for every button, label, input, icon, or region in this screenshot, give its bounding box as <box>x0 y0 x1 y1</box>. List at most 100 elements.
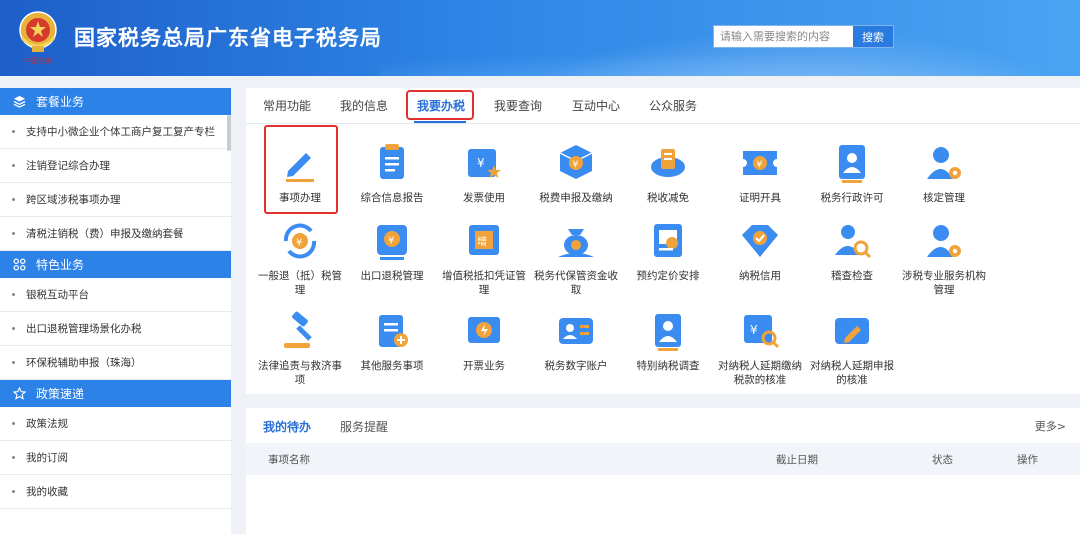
pricing-doc-icon <box>654 224 682 257</box>
tile-other-services[interactable]: 其他服务事项 <box>346 309 438 373</box>
sidebar-item[interactable]: 支持中小微企业个体工商户复工复产专栏 <box>0 115 231 149</box>
money-bag-icon <box>558 229 594 257</box>
sidebar-item-label: 银税互动平台 <box>26 289 89 301</box>
sidebar-item[interactable]: 我的订阅 <box>0 441 231 475</box>
tile-label: 一般退（抵）税管理 <box>258 270 342 296</box>
sidebar-section-title: 套餐业务 <box>36 95 85 109</box>
tile-label: 税务数字账户 <box>544 360 608 372</box>
tile-tax-credit[interactable]: 纳税信用 <box>714 219 806 283</box>
tile-label: 涉税专业服务机构管理 <box>902 270 986 296</box>
tile-tax-relief[interactable]: 税收减免 <box>622 141 714 205</box>
sidebar-item[interactable]: 出口退税管理场景化办税 <box>0 312 231 346</box>
tile-special-investigation[interactable]: 特别纳税调查 <box>622 309 714 373</box>
search-button[interactable]: 搜索 <box>852 26 893 47</box>
bullet <box>12 130 15 133</box>
tile-invoicing[interactable]: 开票业务 <box>438 309 530 373</box>
tile-admin-license[interactable]: 税务行政许可 <box>806 141 898 205</box>
tile-label: 其他服务事项 <box>360 360 424 372</box>
tile-label: 税收减免 <box>647 192 689 204</box>
tile-general-refund[interactable]: ¥ 一般退（抵）税管理 <box>254 219 346 297</box>
clipboard-icon <box>379 315 408 347</box>
more-link[interactable]: 更多> <box>1035 418 1066 434</box>
layers-icon <box>12 95 26 109</box>
sidebar-item-label: 支持中小微企业个体工商户复工复产专栏 <box>26 126 215 138</box>
tab-public-service[interactable]: 公众服务 <box>649 97 697 114</box>
sidebar-item-label: 清税注销税（费）申报及缴纳套餐 <box>26 228 184 240</box>
tile-assessment[interactable]: 核定管理 <box>898 141 990 205</box>
column-header: 状态 <box>932 454 953 466</box>
tab-my-todo[interactable]: 我的待办 <box>263 418 311 435</box>
sidebar-section-package[interactable]: 套餐业务 <box>0 88 231 115</box>
search-box: 搜索 <box>713 25 894 48</box>
tab-my-info[interactable]: 我的信息 <box>340 97 388 114</box>
tile-legal-remedy[interactable]: 法律追责与救济事项 <box>254 309 346 387</box>
tile-label: 纳税信用 <box>739 270 781 282</box>
tile-certificate[interactable]: ¥ 证明开具 <box>714 141 806 205</box>
sidebar-item[interactable]: 政策法规 <box>0 407 231 441</box>
tile-label: 税务代保管资金收取 <box>534 270 618 296</box>
tab-interaction[interactable]: 互动中心 <box>572 97 620 114</box>
tile-deferred-report[interactable]: 对纳税人延期申报的核准 <box>806 309 898 387</box>
refund-icon: ¥ <box>283 223 317 259</box>
sidebar-item[interactable]: 环保税辅助申报（珠海） <box>0 346 231 380</box>
sidebar-item[interactable]: 银税互动平台 <box>0 278 231 312</box>
site-header: 中国税务 国家税务总局广东省电子税务局 搜索 <box>0 0 1080 76</box>
tile-pricing-arrangement[interactable]: 预约定价安排 <box>622 219 714 283</box>
tab-service-reminder[interactable]: 服务提醒 <box>340 418 388 435</box>
sidebar-scrollbar[interactable] <box>227 115 231 151</box>
export-refund-icon: ¥ <box>377 225 407 260</box>
sidebar-section-title: 政策速递 <box>36 387 85 401</box>
tab-common[interactable]: 常用功能 <box>263 97 311 114</box>
column-header: 事项名称 <box>268 454 310 466</box>
tile-export-refund[interactable]: ¥ 出口退税管理 <box>346 219 438 283</box>
tile-label: 对纳税人延期缴纳税款的核准 <box>718 360 802 386</box>
active-tab-underline <box>414 121 466 123</box>
search-input[interactable] <box>714 26 852 47</box>
tab-query[interactable]: 我要查询 <box>494 97 542 114</box>
main-panel: 常用功能 我的信息 我要办税 我要查询 互动中心 公众服务 事项办理 综合信息报… <box>246 88 1080 394</box>
deferred-report-icon <box>835 318 869 344</box>
sidebar-item[interactable]: 跨区域涉税事项办理 <box>0 183 231 217</box>
tile-invoice-use[interactable]: ¥ 发票使用 <box>438 141 530 205</box>
svg-text:¥: ¥ <box>757 160 763 170</box>
user-gear-icon <box>927 147 961 179</box>
agency-gear-icon <box>927 225 961 257</box>
sidebar: 套餐业务 支持中小微企业个体工商户复工复产专栏 注销登记综合办理 跨区域涉税事项… <box>0 88 231 534</box>
sidebar-item[interactable]: 注销登记综合办理 <box>0 149 231 183</box>
tile-label: 事项办理 <box>279 192 321 204</box>
tile-label: 对纳税人延期申报的核准 <box>810 360 894 386</box>
tile-agency-management[interactable]: 涉税专业服务机构管理 <box>898 219 990 297</box>
svg-text:增: 增 <box>477 235 487 248</box>
tile-deferred-payment[interactable]: ¥ 对纳税人延期缴纳税款的核准 <box>714 309 806 387</box>
pencil-icon <box>286 153 314 182</box>
tile-label: 增值税抵扣凭证管理 <box>442 270 526 296</box>
tile-matter-handling[interactable]: 事项办理 <box>254 141 346 205</box>
inspect-icon <box>835 225 872 259</box>
todo-tab-bar: 我的待办 服务提醒 更多> <box>246 408 1080 443</box>
todo-panel: 我的待办 服务提醒 更多> 事项名称 截止日期 状态 操作 <box>246 408 1080 534</box>
sidebar-item[interactable]: 我的收藏 <box>0 475 231 509</box>
sidebar-item-label: 我的收藏 <box>26 486 68 498</box>
tile-digital-account[interactable]: 税务数字账户 <box>530 309 622 373</box>
tile-inspection[interactable]: 稽查检查 <box>806 219 898 283</box>
header-decoration-hills <box>380 52 1080 76</box>
sidebar-section-title: 特色业务 <box>36 258 85 272</box>
tile-fund-custody[interactable]: 税务代保管资金收取 <box>530 219 622 297</box>
bullet <box>12 361 15 364</box>
bullet <box>12 490 15 493</box>
tile-vat-voucher[interactable]: 增 增值税抵扣凭证管理 <box>438 219 530 297</box>
tile-tax-declare-pay[interactable]: ¥ 税费申报及缴纳 <box>530 141 622 205</box>
bullet <box>12 164 15 167</box>
sidebar-item-label: 出口退税管理场景化办税 <box>26 323 142 335</box>
sidebar-item-label: 跨区域涉税事项办理 <box>26 194 121 206</box>
report-icon <box>380 144 404 179</box>
tile-info-report[interactable]: 综合信息报告 <box>346 141 438 205</box>
deferred-pay-icon: ¥ <box>744 315 780 349</box>
svg-text:¥: ¥ <box>750 323 758 337</box>
sidebar-section-policy[interactable]: 政策速递 <box>0 380 231 407</box>
sidebar-section-special[interactable]: 特色业务 <box>0 251 231 278</box>
sidebar-item[interactable]: 清税注销税（费）申报及缴纳套餐 <box>0 217 231 251</box>
tile-label: 核定管理 <box>923 192 965 204</box>
tile-label: 稽查检查 <box>831 270 873 282</box>
bullet <box>12 293 15 296</box>
